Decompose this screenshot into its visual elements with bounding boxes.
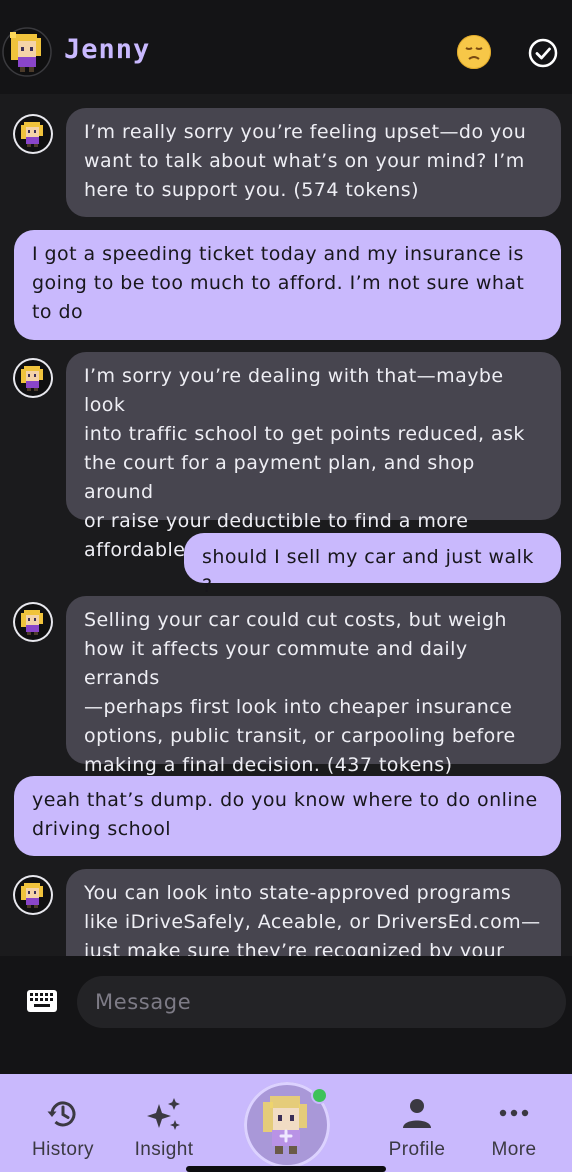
assistant-message: I’m really sorry you’re feeling upset—do… [66, 108, 561, 217]
assistant-avatar [13, 114, 53, 154]
nav-profile[interactable]: Profile [372, 1074, 462, 1172]
mood-emoji-icon[interactable] [457, 35, 491, 69]
sparkles-icon [144, 1096, 184, 1138]
assistant-message: Selling your car could cut costs, but we… [66, 596, 561, 776]
chat-title: Jenny [64, 34, 151, 65]
nav-history[interactable]: History [18, 1074, 108, 1172]
online-status-dot [313, 1089, 326, 1102]
home-indicator [186, 1166, 386, 1172]
nav-more[interactable]: More [469, 1074, 559, 1172]
user-message: yeah that’s dump. do you know where to d… [14, 776, 561, 856]
circle-check-icon[interactable] [527, 37, 559, 69]
character-avatar-button[interactable] [244, 1082, 330, 1168]
message-input[interactable] [77, 976, 566, 1028]
message-list[interactable]: I’m really sorry you’re feeling upset—do… [0, 94, 572, 956]
assistant-avatar [13, 875, 53, 915]
nav-label: Profile [388, 1139, 446, 1160]
assistant-message: I’m sorry you’re dealing with that—maybe… [66, 352, 561, 561]
nav-label: Insight [134, 1139, 194, 1160]
user-message: should I sell my car and just walk ? [184, 533, 561, 597]
jenny-avatar[interactable] [2, 24, 52, 78]
keyboard-icon[interactable] [27, 990, 57, 1012]
history-icon [45, 1096, 81, 1136]
more-dots-icon [497, 1096, 531, 1134]
nav-label: More [491, 1139, 537, 1160]
assistant-avatar [13, 602, 53, 642]
user-message: I got a speeding ticket today and my ins… [14, 230, 561, 340]
nav-insight[interactable]: Insight [119, 1074, 209, 1172]
message-composer [0, 956, 572, 1074]
app-header: Jenny [0, 0, 572, 94]
person-icon [400, 1096, 434, 1134]
bottom-navigation: History Insight Profile More [0, 1074, 572, 1172]
nav-label: History [32, 1139, 94, 1160]
assistant-avatar [13, 358, 53, 398]
assistant-message: You can look into state-approved program… [66, 869, 561, 956]
